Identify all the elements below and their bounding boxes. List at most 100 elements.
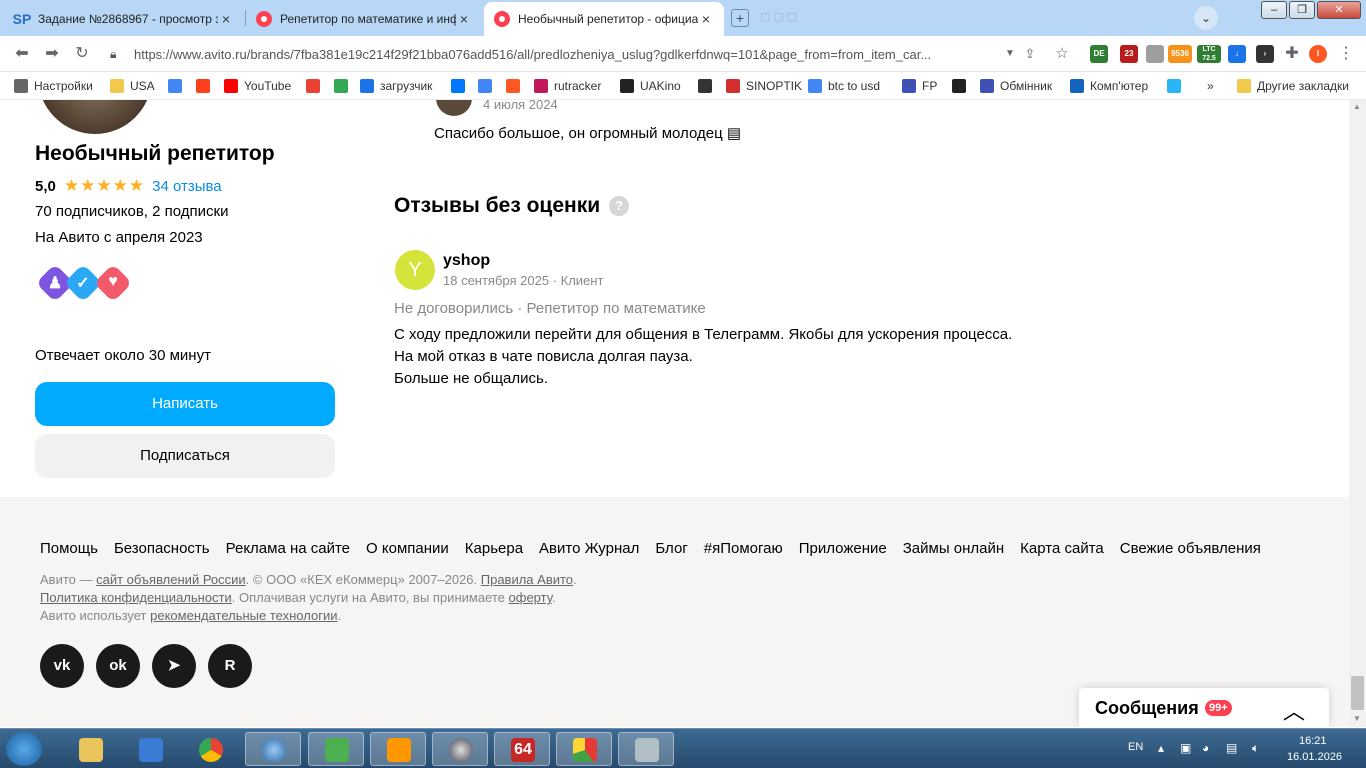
briefcase-extension-icon[interactable] [1146,45,1164,63]
bookmark-item[interactable]: загрузчик [360,78,432,94]
url-text[interactable]: https://www.avito.ru/brands/7fba381e19c2… [134,47,1014,62]
bookmark-item[interactable] [334,78,354,94]
reviews-link[interactable]: 34 отзыва [152,178,222,195]
footer-link[interactable]: Блог [655,540,687,557]
close-icon[interactable]: × [698,11,714,27]
reviewer-avatar[interactable]: Y [395,250,435,290]
legal-link-site[interactable]: сайт объявлений России [96,572,246,587]
tab-search-button[interactable]: ⌄ [1194,6,1218,30]
footer-link[interactable]: Помощь [40,540,98,557]
taskbar-app-chart[interactable] [556,732,612,766]
clock-time[interactable]: 16:21 [1299,735,1327,747]
terminal-icon[interactable]: › [1256,45,1274,63]
footer-link[interactable]: Приложение [799,540,887,557]
back-arrow-icon[interactable]: ⬅ [12,44,32,64]
tray-app-icon[interactable]: ◕ [1202,741,1209,755]
bookmark-item[interactable] [952,78,972,94]
bookmark-item[interactable] [451,78,471,94]
footer-link[interactable]: #яПомогаю [704,540,783,557]
footer-link[interactable]: Авито Журнал [539,540,639,557]
tab-neobychny-active[interactable]: Необычный репетитор - официа × [484,2,724,36]
tray-up-arrow-icon[interactable]: ▴ [1158,741,1164,755]
scroll-up-arrow-icon[interactable]: ▲ [1353,102,1361,111]
bookmark-item[interactable] [196,78,216,94]
language-indicator[interactable]: EN [1128,741,1143,753]
rutube-icon[interactable]: R [208,644,252,688]
bookmarks-overflow-icon[interactable]: » [1207,78,1214,94]
bookmark-item[interactable] [506,78,526,94]
footer-link[interactable]: Займы онлайн [903,540,1004,557]
reviewer-name[interactable]: yshop [443,252,490,270]
write-message-button[interactable]: Написать [35,382,335,426]
bookmark-item[interactable]: Комп'ютер [1070,78,1148,94]
calendar-extension-icon[interactable]: 23 [1120,45,1138,63]
help-icon[interactable]: ? [609,196,629,216]
page-scrollbar[interactable] [1349,100,1366,727]
close-window-button[interactable]: ✕ [1317,1,1361,19]
taskbar-clock-app[interactable] [432,732,488,766]
telegram-icon[interactable]: ➤ [152,644,196,688]
dropdown-icon[interactable]: ▼ [1000,44,1020,64]
chevron-up-icon[interactable]: ︿ [1283,694,1305,726]
clock-date[interactable]: 16.01.2026 [1287,751,1342,763]
tray-volume-icon[interactable]: 🔈︎ [1252,741,1259,756]
legal-link-offer[interactable]: оферту [509,590,552,605]
taskbar-app-w[interactable] [122,732,178,766]
tab-zadanie[interactable]: SP Задание №2868967 - просмотр з × [4,2,244,36]
download-icon[interactable]: ↓ [1228,45,1246,63]
messages-widget[interactable]: Сообщения 99+ ︿ [1079,688,1329,727]
taskbar-browser-active[interactable] [245,732,301,766]
tray-hardware-icon[interactable]: ▣ [1180,741,1191,755]
close-icon[interactable]: × [456,11,472,27]
bookmark-item[interactable] [478,78,498,94]
legal-link-privacy[interactable]: Политика конфиденциальности [40,590,232,605]
taskbar-app-3[interactable] [308,732,364,766]
footer-link[interactable]: Свежие объявления [1120,540,1261,557]
bookmark-item[interactable]: Обмінник [980,78,1052,94]
seller-avatar[interactable] [38,100,152,134]
taskbar-notes[interactable] [618,732,674,766]
extensions-puzzle-icon[interactable]: ✚ [1282,44,1302,64]
lock-icon[interactable]: 🔒︎ [110,47,130,62]
scroll-down-arrow-icon[interactable]: ▼ [1353,714,1361,723]
address-bar[interactable]: 🔒︎ https://www.avito.ru/brands/7fba381e1… [100,40,1020,68]
tray-network-icon[interactable]: ▤ [1226,741,1237,755]
legal-link-recommend[interactable]: рекомендательные технологии [150,608,337,623]
bookmark-item[interactable]: FP [902,78,937,94]
reload-icon[interactable]: ↻ [72,44,92,64]
bookmark-star-icon[interactable]: ☆ [1052,44,1072,64]
bookmark-item[interactable] [168,78,188,94]
bookmark-item[interactable]: YouTube [224,78,291,94]
start-button[interactable] [6,732,42,766]
footer-link[interactable]: Безопасность [114,540,210,557]
more-menu-icon[interactable]: ⋮ [1336,44,1356,64]
taskbar-chrome[interactable] [182,732,238,766]
vk-icon[interactable]: vk [40,644,84,688]
minimize-button[interactable]: – [1261,1,1287,19]
bookmark-item[interactable]: UAKino [620,78,681,94]
share-icon[interactable]: ⇪ [1020,44,1040,64]
bitcoin-extension-icon[interactable]: 9536 [1168,45,1192,63]
globe-extension-icon[interactable]: DE [1090,45,1108,63]
bookmark-item[interactable] [698,78,718,94]
footer-link[interactable]: Карьера [465,540,523,557]
odnoklassniki-icon[interactable]: ok [96,644,140,688]
maximize-button[interactable]: ❐ [1289,1,1315,19]
bookmark-item[interactable]: rutracker [534,78,601,94]
subscribe-button[interactable]: Подписаться [35,434,335,478]
scrollbar-thumb[interactable] [1351,676,1364,710]
forward-arrow-icon[interactable]: ➡ [42,44,62,64]
bookmark-item[interactable]: btc to usd [808,78,880,94]
bookmark-item[interactable] [306,78,326,94]
profile-avatar[interactable]: I [1309,45,1327,63]
bookmark-item[interactable]: SINOPTIK [726,78,802,94]
bookmark-item[interactable] [1167,78,1187,94]
footer-link[interactable]: Реклама на сайте [226,540,350,557]
footer-link[interactable]: Карта сайта [1020,540,1104,557]
taskbar-aida64[interactable]: 64 [494,732,550,766]
close-icon[interactable]: × [218,11,234,27]
bookmark-item[interactable]: USA [110,78,155,94]
legal-link-rules[interactable]: Правила Авито [481,572,573,587]
bookmark-item[interactable]: Другие закладки [1237,78,1349,94]
taskbar-explorer[interactable] [62,732,118,766]
